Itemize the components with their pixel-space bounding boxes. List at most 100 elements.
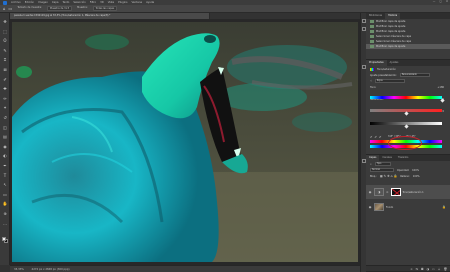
sample-select[interactable]: Todas las capas bbox=[92, 6, 118, 11]
zoom-tool[interactable]: ⊕ bbox=[2, 211, 8, 216]
eraser-tool[interactable]: ◫ bbox=[2, 125, 8, 130]
chain-icon: ∞ bbox=[386, 190, 389, 194]
zoom-level[interactable]: 33,33% bbox=[14, 268, 24, 271]
close-icon[interactable]: ✕ bbox=[446, 0, 448, 3]
sample-size-select[interactable]: Muestra de 3×3 bbox=[46, 6, 73, 11]
properties-panel: Propiedades Ajustes Tono/saturación Ajus… bbox=[366, 60, 450, 155]
layer-row-background[interactable]: ◉ Fondo 🔒 bbox=[366, 201, 450, 213]
tab-libraries[interactable]: Bibliotecas bbox=[366, 13, 385, 19]
link-icon[interactable]: ∞ bbox=[410, 267, 412, 271]
background-layer-thumb bbox=[374, 203, 384, 211]
quick-select-tool[interactable]: ✎ bbox=[2, 48, 8, 53]
history-item[interactable]: Modificar capa de ajuste bbox=[366, 44, 450, 49]
trash-icon[interactable]: 🗑 bbox=[443, 267, 447, 271]
type-tool[interactable]: T bbox=[2, 173, 8, 178]
hue-value[interactable]: +180 bbox=[437, 86, 444, 89]
adjustment-layer-thumb: ◑ bbox=[374, 188, 384, 196]
eyedropper-icon[interactable]: ✐ bbox=[370, 135, 373, 139]
menu-capa[interactable]: Capa bbox=[52, 1, 59, 4]
menu-3d[interactable]: 3D bbox=[100, 1, 104, 4]
tab-layers[interactable]: Capas bbox=[366, 155, 380, 161]
tab-history[interactable]: Historia bbox=[385, 13, 401, 19]
group-icon[interactable]: ▭ bbox=[432, 267, 435, 271]
channel-select[interactable]: Rojos bbox=[374, 79, 405, 83]
menu-texto[interactable]: Texto bbox=[63, 1, 70, 4]
menu-ayuda[interactable]: Ayuda bbox=[146, 1, 154, 4]
menu-filtro[interactable]: Filtro bbox=[90, 1, 96, 4]
lion-photo-canvas[interactable] bbox=[12, 22, 358, 262]
eyedropper-minus-icon[interactable]: ✐ bbox=[379, 135, 382, 139]
shape-tool[interactable]: ▭ bbox=[2, 192, 8, 197]
tool-preset-icon[interactable]: ▭ bbox=[9, 6, 13, 11]
history-item-label: Modificar capa de ajuste bbox=[376, 45, 406, 48]
tools-panel: ✥ ⬚ ʘ ✎ ⌗ ⊠ ✐ ✚ ✏ ✦ ↺ ◫ ▤ ◉ ◐ ✒ T ↖ ▭ ✋ ⊕ … bbox=[0, 13, 10, 265]
lightness-slider-knob[interactable] bbox=[403, 124, 409, 129]
tab-adjustments[interactable]: Ajustes bbox=[387, 60, 402, 66]
search-icon: ⌕ bbox=[370, 162, 372, 166]
eyedropper-plus-icon[interactable]: ✐ bbox=[375, 135, 378, 139]
home-icon[interactable]: ⌂ bbox=[3, 6, 6, 11]
lion-image bbox=[12, 22, 358, 262]
path-select-tool[interactable]: ↖ bbox=[2, 182, 8, 187]
eyedropper-tool[interactable]: ✐ bbox=[2, 77, 8, 82]
sample-label: Muestra: bbox=[77, 6, 88, 9]
history-item-label: Modificar capa de ajuste bbox=[376, 25, 406, 28]
maximize-icon[interactable]: ▢ bbox=[439, 0, 441, 3]
fill-label: Relleno: bbox=[400, 174, 410, 178]
layer-name: Tono/saturación 1 bbox=[402, 190, 424, 194]
window-controls: — ▢ ✕ bbox=[433, 0, 448, 3]
blend-mode-select[interactable]: Normal bbox=[370, 168, 394, 172]
stamp-tool[interactable]: ✦ bbox=[2, 105, 8, 110]
eye-icon[interactable]: ◉ bbox=[368, 205, 372, 209]
hue-label: Tono: bbox=[370, 85, 377, 89]
lock-icons[interactable]: ▦ ✎ ✥ ⌂ 🔒 bbox=[380, 174, 397, 178]
menu-plugins[interactable]: Plugins bbox=[118, 1, 127, 4]
mask-icon[interactable]: ◘ bbox=[421, 267, 423, 271]
opacity-value[interactable]: 100% bbox=[412, 169, 419, 172]
saturation-slider-knob[interactable] bbox=[403, 111, 409, 116]
menu-vista[interactable]: Vista bbox=[108, 1, 114, 4]
preset-select[interactable]: Personalizado bbox=[399, 73, 430, 77]
dodge-tool[interactable]: ◐ bbox=[2, 153, 8, 158]
menu-imagen[interactable]: Imagen bbox=[38, 1, 48, 4]
lightness-value[interactable]: 0 bbox=[442, 110, 444, 113]
menu-ventana[interactable]: Ventana bbox=[131, 1, 142, 4]
frame-tool[interactable]: ⊠ bbox=[2, 67, 8, 72]
lock-label: Bloq.: bbox=[370, 174, 377, 178]
layer-name: Fondo bbox=[386, 205, 394, 209]
tab-channels[interactable]: Canales bbox=[379, 155, 395, 161]
blur-tool[interactable]: ◉ bbox=[2, 144, 8, 149]
sample-size-label: Tamaño de muestra: bbox=[17, 6, 42, 9]
lasso-tool[interactable]: ʘ bbox=[2, 38, 8, 43]
fx-icon[interactable]: fx bbox=[416, 267, 419, 271]
layer-mask-thumb[interactable] bbox=[390, 188, 401, 196]
eye-icon[interactable]: ◉ bbox=[368, 190, 372, 194]
healing-tool[interactable]: ✚ bbox=[2, 86, 8, 91]
fill-value[interactable]: 100% bbox=[413, 175, 420, 178]
tab-paths[interactable]: Trazados bbox=[395, 155, 412, 161]
targeted-adjust-icon[interactable]: ☝ bbox=[370, 79, 372, 83]
adjustment-icon[interactable]: ◑ bbox=[427, 267, 429, 271]
history-step-icon bbox=[370, 30, 374, 33]
crop-tool[interactable]: ⌗ bbox=[2, 57, 8, 62]
hand-tool[interactable]: ✋ bbox=[2, 201, 8, 206]
layer-row-adjustment[interactable]: ◉ ◑ ∞ Tono/saturación 1 bbox=[366, 185, 450, 199]
gradient-tool[interactable]: ▤ bbox=[2, 134, 8, 139]
layer-filter-select[interactable]: Tipo bbox=[374, 162, 391, 166]
menu-archivo[interactable]: Archivo bbox=[11, 1, 21, 4]
foreground-color-swatch[interactable] bbox=[2, 237, 6, 241]
tab-properties[interactable]: Propiedades bbox=[366, 60, 387, 66]
history-brush-tool[interactable]: ↺ bbox=[2, 115, 8, 120]
more-tools[interactable]: … bbox=[2, 221, 8, 226]
menu-seleccion[interactable]: Selección bbox=[73, 1, 85, 4]
marquee-tool[interactable]: ⬚ bbox=[2, 29, 8, 34]
pen-tool[interactable]: ✒ bbox=[2, 163, 8, 168]
hue-row: Tono: +180 bbox=[366, 84, 450, 90]
new-layer-icon[interactable]: ＋ bbox=[438, 267, 441, 271]
minimize-icon[interactable]: — bbox=[433, 0, 436, 3]
move-tool[interactable]: ✥ bbox=[2, 19, 8, 24]
hue-ramp bbox=[370, 96, 442, 99]
brush-tool[interactable]: ✏ bbox=[2, 96, 8, 101]
photoshop-logo-icon bbox=[3, 0, 7, 5]
menu-edicion[interactable]: Edición bbox=[25, 1, 34, 4]
